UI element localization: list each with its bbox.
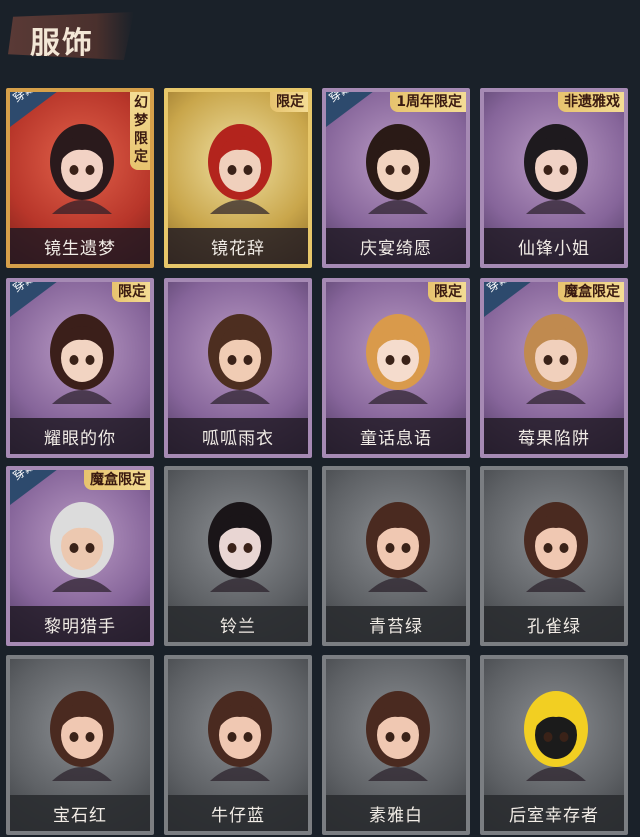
costume-name-bar: 镜生遗梦 (10, 228, 150, 264)
costume-card[interactable]: 呱呱雨衣 (164, 278, 312, 458)
costume-name: 庆宴绮愿 (360, 238, 432, 259)
costume-name-bar: 铃兰 (168, 606, 308, 642)
edition-tag: 限定 (270, 92, 308, 112)
costume-name: 青苔绿 (369, 616, 423, 637)
costume-name-bar: 莓果陷阱 (484, 418, 624, 454)
costume-name-bar: 耀眼的你 (10, 418, 150, 454)
costume-card[interactable]: 穿戴 魔盒限定黎明猎手 (6, 466, 154, 646)
costume-name-bar: 青苔绿 (326, 606, 466, 642)
costume-card[interactable]: 限定童话息语 (322, 278, 470, 458)
costume-name-bar: 呱呱雨衣 (168, 418, 308, 454)
worn-badge-label: 穿戴 (10, 466, 38, 484)
costume-name-bar: 仙锋小姐 (484, 228, 624, 264)
character-portrait (524, 314, 588, 404)
costume-card[interactable]: 铃兰 (164, 466, 312, 646)
costume-card[interactable]: 穿戴 幻梦限定镜生遗梦 (6, 88, 154, 268)
costume-name: 黎明猎手 (44, 616, 116, 637)
costume-name-bar: 庆宴绮愿 (326, 228, 466, 264)
character-portrait (50, 691, 114, 781)
costume-card[interactable]: 穿戴 1周年限定庆宴绮愿 (322, 88, 470, 268)
costume-name-bar: 后室幸存者 (484, 795, 624, 831)
header: 服饰 (0, 0, 640, 86)
edition-tag: 非遗雅戏 (558, 92, 624, 112)
costume-card[interactable]: 非遗雅戏仙锋小姐 (480, 88, 628, 268)
edition-tag: 幻梦限定 (130, 92, 150, 170)
costume-card[interactable]: 后室幸存者 (480, 655, 628, 835)
costume-name: 后室幸存者 (509, 805, 599, 826)
character-portrait (524, 502, 588, 592)
edition-tag: 魔盒限定 (558, 282, 624, 302)
character-portrait (208, 502, 272, 592)
costume-card[interactable]: 宝石红 (6, 655, 154, 835)
costume-name: 素雅白 (369, 805, 423, 826)
costume-card[interactable]: 青苔绿 (322, 466, 470, 646)
costume-card[interactable]: 限定镜花辞 (164, 88, 312, 268)
edition-tag: 限定 (112, 282, 150, 302)
costume-name: 宝石红 (53, 805, 107, 826)
costume-card[interactable]: 孔雀绿 (480, 466, 628, 646)
costume-name-bar: 童话息语 (326, 418, 466, 454)
character-portrait (208, 691, 272, 781)
character-portrait (50, 124, 114, 214)
costume-name: 镜花辞 (211, 238, 265, 259)
costume-name-bar: 牛仔蓝 (168, 795, 308, 831)
costume-name-bar: 孔雀绿 (484, 606, 624, 642)
costume-name-bar: 黎明猎手 (10, 606, 150, 642)
costume-name: 孔雀绿 (527, 616, 581, 637)
character-portrait (524, 124, 588, 214)
character-portrait (366, 124, 430, 214)
costume-name: 呱呱雨衣 (202, 428, 274, 449)
worn-badge-label: 穿戴 (484, 278, 512, 296)
character-portrait (366, 314, 430, 404)
edition-tag: 1周年限定 (390, 92, 466, 112)
worn-badge-label: 穿戴 (326, 88, 354, 106)
costume-name: 镜生遗梦 (44, 238, 116, 259)
costume-card[interactable]: 穿戴 魔盒限定莓果陷阱 (480, 278, 628, 458)
costume-name: 童话息语 (360, 428, 432, 449)
character-portrait (208, 314, 272, 404)
character-portrait (50, 314, 114, 404)
costume-name-bar: 素雅白 (326, 795, 466, 831)
costume-name: 仙锋小姐 (518, 238, 590, 259)
costume-card[interactable]: 牛仔蓝 (164, 655, 312, 835)
costume-name: 耀眼的你 (44, 428, 116, 449)
character-portrait (50, 502, 114, 592)
costume-card[interactable]: 素雅白 (322, 655, 470, 835)
costume-name: 莓果陷阱 (518, 428, 590, 449)
costume-name: 铃兰 (220, 616, 256, 637)
costume-card[interactable]: 穿戴 限定耀眼的你 (6, 278, 154, 458)
edition-tag: 限定 (428, 282, 466, 302)
character-portrait (366, 691, 430, 781)
costume-name: 牛仔蓝 (211, 805, 265, 826)
character-portrait (366, 502, 430, 592)
worn-badge-label: 穿戴 (10, 278, 38, 296)
costume-name-bar: 镜花辞 (168, 228, 308, 264)
edition-tag: 魔盒限定 (84, 470, 150, 490)
character-portrait (524, 691, 588, 781)
page-title: 服饰 (30, 26, 94, 61)
worn-badge-label: 穿戴 (10, 88, 38, 106)
costume-name-bar: 宝石红 (10, 795, 150, 831)
character-portrait (208, 124, 272, 214)
